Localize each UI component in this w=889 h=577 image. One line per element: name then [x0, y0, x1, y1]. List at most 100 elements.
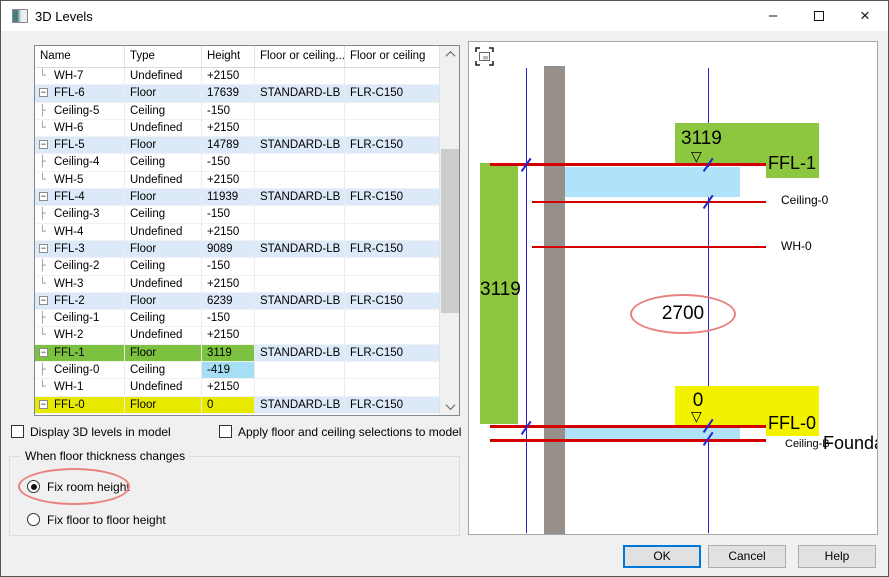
column-header-height[interactable]: Height	[202, 46, 255, 67]
height-cell[interactable]: -150	[202, 206, 255, 223]
display-3d-levels-checkbox[interactable]: Display 3D levels in model	[11, 425, 171, 441]
collapse-toggle-icon[interactable]: −	[39, 348, 48, 357]
floor-or-ceiling-cell[interactable]: FLR-C150	[345, 85, 439, 102]
scrollbar-thumb[interactable]	[441, 149, 459, 313]
table-row[interactable]: −FFL-1Floor3119STANDARD-LBFLR-C150	[35, 345, 439, 362]
floor-or-ceiling-cell[interactable]	[345, 68, 439, 85]
level-name-cell[interactable]: └WH-3	[35, 276, 125, 293]
floor-or-ceiling-cell[interactable]: FLR-C150	[345, 137, 439, 154]
help-button[interactable]: Help	[798, 545, 876, 568]
floor-or-ceiling-cell[interactable]	[345, 310, 439, 327]
floor-or-ceiling-cell[interactable]: STANDARD-LB	[255, 241, 345, 258]
floor-or-ceiling-cell[interactable]: FLR-C150	[345, 241, 439, 258]
level-name-cell[interactable]: −FFL-6	[35, 85, 125, 102]
table-row[interactable]: ├Ceiling-1Ceiling-150	[35, 310, 439, 327]
floor-or-ceiling-cell[interactable]: STANDARD-LB	[255, 293, 345, 310]
level-name-cell[interactable]: −FFL-4	[35, 189, 125, 206]
height-cell[interactable]: +2150	[202, 68, 255, 85]
column-header-floor-or-ceiling-1[interactable]: Floor or ceiling...	[255, 46, 345, 67]
column-header-name[interactable]: Name	[35, 46, 125, 67]
collapse-toggle-icon[interactable]: −	[39, 192, 48, 201]
floor-or-ceiling-cell[interactable]	[255, 68, 345, 85]
height-cell[interactable]: +2150	[202, 327, 255, 344]
ok-button[interactable]: OK	[623, 545, 701, 568]
table-row[interactable]: −FFL-5Floor14789STANDARD-LBFLR-C150	[35, 137, 439, 154]
collapse-toggle-icon[interactable]: −	[39, 296, 48, 305]
level-name-cell[interactable]: ├Ceiling-3	[35, 206, 125, 223]
level-name-cell[interactable]: ├Ceiling-0	[35, 362, 125, 379]
collapse-toggle-icon[interactable]: −	[39, 244, 48, 253]
type-cell[interactable]: Undefined	[125, 224, 202, 241]
zoom-extents-icon[interactable]	[475, 47, 494, 66]
height-cell[interactable]: +2150	[202, 379, 255, 396]
level-name-cell[interactable]: −FFL-3	[35, 241, 125, 258]
table-row[interactable]: −FFL-3Floor9089STANDARD-LBFLR-C150	[35, 241, 439, 258]
type-cell[interactable]: Undefined	[125, 68, 202, 85]
level-name-cell[interactable]: −FFL-5	[35, 137, 125, 154]
table-row[interactable]: └WH-4Undefined+2150	[35, 224, 439, 241]
table-row[interactable]: ├Ceiling-3Ceiling-150	[35, 206, 439, 223]
height-cell[interactable]: 3119	[202, 345, 255, 362]
type-cell[interactable]: Ceiling	[125, 258, 202, 275]
type-cell[interactable]: Undefined	[125, 379, 202, 396]
collapse-toggle-icon[interactable]: −	[39, 88, 48, 97]
table-scrollbar[interactable]	[439, 46, 459, 415]
table-row[interactable]: ├Ceiling-2Ceiling-150	[35, 258, 439, 275]
collapse-toggle-icon[interactable]: −	[39, 140, 48, 149]
floor-or-ceiling-cell[interactable]: STANDARD-LB	[255, 85, 345, 102]
level-name-cell[interactable]: ├Ceiling-5	[35, 103, 125, 120]
level-name-cell[interactable]: └WH-2	[35, 327, 125, 344]
floor-or-ceiling-cell[interactable]	[255, 103, 345, 120]
floor-or-ceiling-cell[interactable]: FLR-C150	[345, 345, 439, 362]
height-cell[interactable]: -419	[202, 362, 255, 379]
floor-or-ceiling-cell[interactable]	[345, 362, 439, 379]
level-name-cell[interactable]: └WH-6	[35, 120, 125, 137]
floor-or-ceiling-cell[interactable]: FLR-C150	[345, 293, 439, 310]
scroll-down-button[interactable]	[440, 398, 460, 415]
height-cell[interactable]: +2150	[202, 224, 255, 241]
table-row[interactable]: └WH-1Undefined+2150	[35, 379, 439, 396]
floor-or-ceiling-cell[interactable]: STANDARD-LB	[255, 137, 345, 154]
height-cell[interactable]: 0	[202, 397, 255, 414]
floor-or-ceiling-cell[interactable]	[255, 206, 345, 223]
type-cell[interactable]: Ceiling	[125, 362, 202, 379]
floor-or-ceiling-cell[interactable]	[345, 276, 439, 293]
floor-or-ceiling-cell[interactable]: FLR-C150	[345, 189, 439, 206]
type-cell[interactable]: Undefined	[125, 327, 202, 344]
table-row[interactable]: └WH-3Undefined+2150	[35, 276, 439, 293]
level-name-cell[interactable]: ├Ceiling-2	[35, 258, 125, 275]
floor-or-ceiling-cell[interactable]	[345, 327, 439, 344]
maximize-button[interactable]	[796, 1, 842, 31]
level-name-cell[interactable]: −FFL-2	[35, 293, 125, 310]
minimize-button[interactable]: –	[750, 1, 796, 31]
type-cell[interactable]: Ceiling	[125, 206, 202, 223]
floor-or-ceiling-cell[interactable]	[345, 258, 439, 275]
floor-or-ceiling-cell[interactable]	[345, 172, 439, 189]
floor-or-ceiling-cell[interactable]: STANDARD-LB	[255, 189, 345, 206]
type-cell[interactable]: Floor	[125, 241, 202, 258]
floor-or-ceiling-cell[interactable]	[255, 224, 345, 241]
height-cell[interactable]: 11939	[202, 189, 255, 206]
apply-floor-ceiling-checkbox[interactable]: Apply floor and ceiling selections to mo…	[219, 425, 461, 441]
table-row[interactable]: ├Ceiling-5Ceiling-150	[35, 103, 439, 120]
level-name-cell[interactable]: −FFL-0	[35, 397, 125, 414]
height-cell[interactable]: 14789	[202, 137, 255, 154]
height-cell[interactable]: +2150	[202, 120, 255, 137]
table-row[interactable]: └WH-5Undefined+2150	[35, 172, 439, 189]
floor-or-ceiling-cell[interactable]	[345, 120, 439, 137]
column-header-floor-or-ceiling-2[interactable]: Floor or ceiling	[345, 46, 439, 67]
floor-or-ceiling-cell[interactable]	[255, 154, 345, 171]
table-row[interactable]: −FFL-4Floor11939STANDARD-LBFLR-C150	[35, 189, 439, 206]
floor-or-ceiling-cell[interactable]	[345, 103, 439, 120]
type-cell[interactable]: Undefined	[125, 172, 202, 189]
type-cell[interactable]: Ceiling	[125, 310, 202, 327]
level-name-cell[interactable]: └WH-1	[35, 379, 125, 396]
table-row[interactable]: └WH-6Undefined+2150	[35, 120, 439, 137]
floor-or-ceiling-cell[interactable]	[255, 172, 345, 189]
floor-or-ceiling-cell[interactable]	[345, 206, 439, 223]
height-cell[interactable]: +2150	[202, 276, 255, 293]
cancel-button[interactable]: Cancel	[708, 545, 786, 568]
height-cell[interactable]: -150	[202, 310, 255, 327]
floor-or-ceiling-cell[interactable]	[255, 327, 345, 344]
floor-or-ceiling-cell[interactable]: STANDARD-LB	[255, 345, 345, 362]
